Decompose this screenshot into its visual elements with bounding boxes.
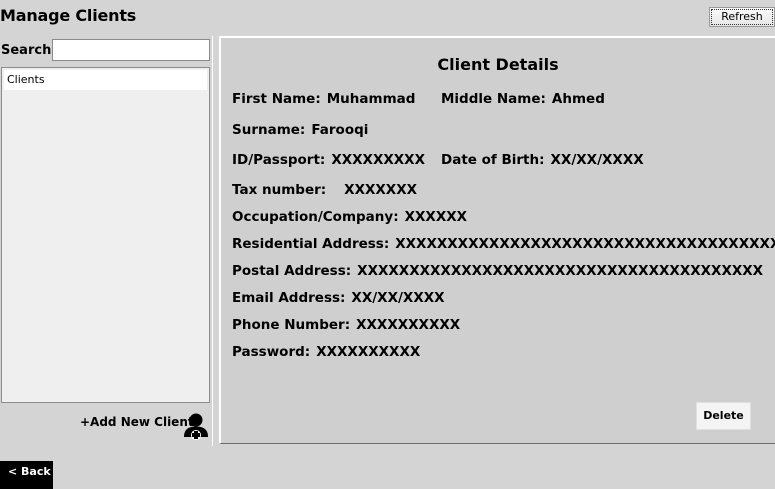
password-label: Password: [232,344,311,360]
middle-name-value: Ahmed [551,91,605,107]
add-client-label[interactable]: +Add New Client [80,415,194,429]
id-passport-value: XXXXXXXXX [331,152,426,168]
client-sidebar: Search Clients +Add New Client [0,36,213,446]
first-name-label: First Name: [232,91,321,107]
dob-field: Date of Birth: XX/XX/XXXX [441,152,644,168]
list-item[interactable]: Clients [4,70,207,90]
postal-address-value: XXXXXXXXXXXXXXXXXXXXXXXXXXXXXXXXXXXXXXX [357,263,764,279]
add-user-icon[interactable] [183,412,209,442]
id-passport-label: ID/Passport: [232,152,326,168]
phone-number-label: Phone Number: [232,317,351,333]
middle-name-label: Middle Name: [441,91,546,107]
refresh-button[interactable]: Refresh [709,7,775,27]
residential-address-label: Residential Address: [232,236,390,252]
details-heading: Client Details [437,55,559,74]
email-address-field: Email Address: XX/XX/XXXX [232,290,445,306]
dob-label: Date of Birth: [441,152,545,168]
client-list[interactable]: Clients [1,67,210,403]
first-name-value: Muhammad [326,91,416,107]
delete-button[interactable]: Delete [696,402,751,430]
residential-address-value: XXXXXXXXXXXXXXXXXXXXXXXXXXXXXXXXXXXXXXX [395,236,775,252]
search-label: Search [1,43,52,58]
residential-address-field: Residential Address: XXXXXXXXXXXXXXXXXXXX… [232,236,775,252]
tax-number-value: XXXXXXX [344,182,418,198]
search-input[interactable] [52,39,210,61]
back-button[interactable]: < Back [0,461,53,489]
page-title: Manage Clients [0,6,137,25]
middle-name-field: Middle Name: Ahmed [441,91,605,107]
email-address-value: XX/XX/XXXX [351,290,445,306]
postal-address-field: Postal Address: XXXXXXXXXXXXXXXXXXXXXXXXX… [232,263,763,279]
postal-address-label: Postal Address: [232,263,352,279]
phone-number-field: Phone Number: XXXXXXXXXX [232,317,460,333]
client-details-panel: Client Details First Name: Muhammad Middl… [219,36,775,444]
surname-value: Farooqi [311,122,369,138]
surname-label: Surname: [232,122,306,138]
phone-number-value: XXXXXXXXXX [356,317,461,333]
surname-field: Surname: Farooqi [232,122,368,138]
tax-number-label: Tax number: [232,182,327,198]
occupation-label: Occupation/Company: [232,209,399,225]
password-field: Password: XXXXXXXXXX [232,344,420,360]
tax-number-field: Tax number: XXXXXXX [232,182,417,198]
password-value: XXXXXXXXXX [316,344,421,360]
email-address-label: Email Address: [232,290,346,306]
id-passport-field: ID/Passport: XXXXXXXXX [232,152,425,168]
dob-value: XX/XX/XXXX [550,152,644,168]
first-name-field: First Name: Muhammad [232,91,415,107]
occupation-field: Occupation/Company: XXXXXX [232,209,467,225]
occupation-value: XXXXXX [404,209,468,225]
